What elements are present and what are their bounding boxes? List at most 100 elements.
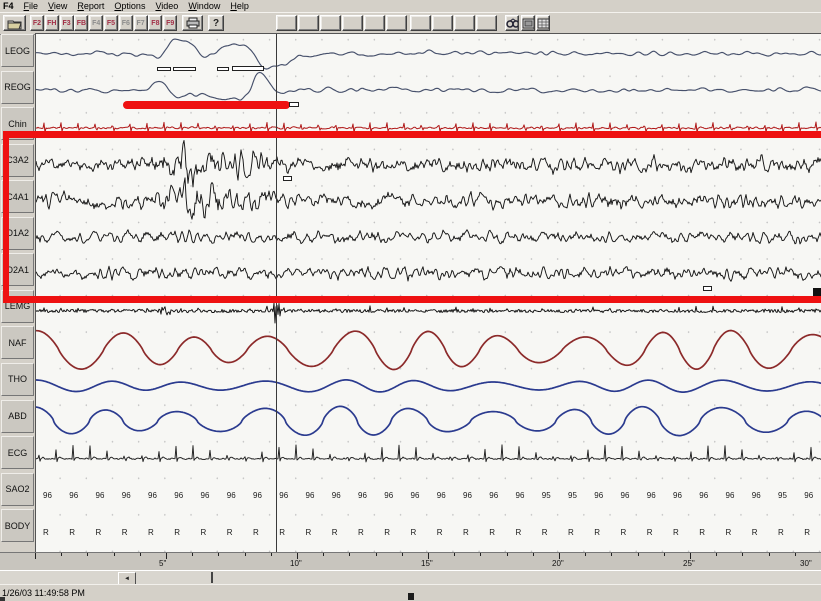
fkey-label: FH (47, 20, 56, 27)
axis-label: 25" (683, 559, 695, 568)
toolbar-button-f9[interactable]: F9 (163, 15, 177, 31)
toolbar-blank-button[interactable] (454, 15, 475, 31)
channel-label-o2a1[interactable]: O2A1 (1, 253, 34, 286)
menu-item-report[interactable]: Report (72, 1, 109, 11)
sao2-value: 96 (384, 491, 393, 500)
sao2-value: 96 (174, 491, 183, 500)
toolbar-blank-button[interactable] (432, 15, 453, 31)
help-button[interactable]: ? (208, 15, 224, 31)
body-value: R (489, 528, 495, 537)
binoculars-button[interactable] (505, 15, 519, 31)
sao2-value: 96 (726, 491, 735, 500)
trace-c3a2 (36, 141, 821, 187)
toolbar-button-fh[interactable]: FH (45, 15, 59, 31)
sao2-value: 96 (96, 491, 105, 500)
axis-tick (507, 553, 508, 556)
channel-label-body[interactable]: BODY (1, 509, 34, 542)
time-cursor[interactable] (276, 34, 277, 553)
menu-item-help[interactable]: Help (225, 1, 254, 11)
channel-label-sao2[interactable]: SAO2 (1, 473, 34, 506)
sao2-value: 96 (752, 491, 761, 500)
trace-leog (36, 39, 821, 69)
sao2-value: 95 (778, 491, 787, 500)
axis-tick (245, 553, 246, 556)
axis-tick (87, 553, 88, 556)
grid-button[interactable] (536, 15, 550, 31)
scrollbar-position-tick (211, 572, 213, 583)
toolbar-blank-button[interactable] (298, 15, 319, 31)
signal-plot-area[interactable]: 9696969696969696969696969696969696969695… (35, 33, 821, 553)
toolbar-blank-button[interactable] (410, 15, 431, 31)
toolbar-button-f4[interactable]: F4 (89, 15, 103, 31)
axis-tick (742, 553, 743, 556)
axis-tick (271, 553, 272, 556)
application-window: F4 FileViewReportOptionsVideoWindowHelp … (0, 0, 821, 601)
print-button[interactable] (182, 15, 203, 31)
toolbar-blank-button[interactable] (386, 15, 407, 31)
toolbar-button-f2[interactable]: F2 (30, 15, 44, 31)
trace-lemg (36, 303, 821, 323)
body-value: R (279, 528, 285, 537)
channel-label-ecg[interactable]: ECG (1, 436, 34, 469)
sao2-value: 95 (568, 491, 577, 500)
body-value: R (542, 528, 548, 537)
axis-tick (480, 553, 481, 556)
menu-item-video[interactable]: Video (150, 1, 183, 11)
body-value: R (647, 528, 653, 537)
horizontal-scrollbar[interactable]: ◄ (0, 570, 821, 585)
axis-label: 20" (552, 559, 564, 568)
toolbar-button-f7[interactable]: F7 (134, 15, 148, 31)
sao2-value: 96 (437, 491, 446, 500)
channel-label-abd[interactable]: ABD (1, 400, 34, 433)
toolbar-button-f8[interactable]: F8 (148, 15, 162, 31)
menu-item-view[interactable]: View (43, 1, 72, 11)
axis-tick (454, 553, 455, 556)
body-value: R (726, 528, 732, 537)
channel-label-c4a1[interactable]: C4A1 (1, 180, 34, 213)
sao2-value: 96 (358, 491, 367, 500)
axis-tick (192, 553, 193, 556)
trace-abd (36, 406, 821, 435)
sao2-value: 96 (227, 491, 236, 500)
channel-label-naf[interactable]: NAF (1, 326, 34, 359)
toolbar-blank-button[interactable] (364, 15, 385, 31)
trace-o1a2 (36, 230, 821, 244)
body-value: R (752, 528, 758, 537)
menu-item-file[interactable]: File (19, 1, 44, 11)
body-value: R (384, 528, 390, 537)
sao2-value: 96 (489, 491, 498, 500)
channel-label-chin[interactable]: Chin (1, 107, 34, 140)
toolbar-button-f5[interactable]: F5 (104, 15, 118, 31)
toolbar-blank-button[interactable] (320, 15, 341, 31)
body-value: R (96, 528, 102, 537)
channel-label-o1a2[interactable]: O1A2 (1, 217, 34, 250)
axis-tick (664, 553, 665, 556)
sao2-value: 96 (332, 491, 341, 500)
sao2-value: 96 (253, 491, 262, 500)
open-file-button[interactable] (3, 15, 26, 31)
channel-label-lemg[interactable]: LEMG (1, 290, 34, 323)
fkey-label: F2 (33, 20, 41, 27)
fkey-label: F3 (63, 20, 71, 27)
toolbar-blank-button[interactable] (342, 15, 363, 31)
body-value: R (673, 528, 679, 537)
body-value: R (568, 528, 574, 537)
body-value: R (358, 528, 364, 537)
image-button[interactable] (521, 15, 535, 31)
channel-label-reog[interactable]: REOG (1, 71, 34, 104)
toolbar-blank-button[interactable] (276, 15, 297, 31)
channel-label-tho[interactable]: THO (1, 363, 34, 396)
sao2-value: 96 (306, 491, 315, 500)
toolbar-button-f6[interactable]: F6 (119, 15, 133, 31)
fkey-label: F4 (92, 20, 100, 27)
menu-item-options[interactable]: Options (109, 1, 150, 11)
sao2-value: 96 (201, 491, 210, 500)
menu-item-window[interactable]: Window (183, 1, 225, 11)
toolbar-button-fb[interactable]: FB (74, 15, 88, 31)
toolbar: F2 FH F3FB F4 F5F6F7F8F9? (0, 12, 821, 35)
time-axis: 5"10"15"20"25"30" (0, 552, 821, 571)
toolbar-button-f3[interactable]: F3 (60, 15, 74, 31)
channel-label-leog[interactable]: LEOG (1, 34, 34, 67)
toolbar-blank-button[interactable] (476, 15, 497, 31)
channel-label-c3a2[interactable]: C3A2 (1, 144, 34, 177)
